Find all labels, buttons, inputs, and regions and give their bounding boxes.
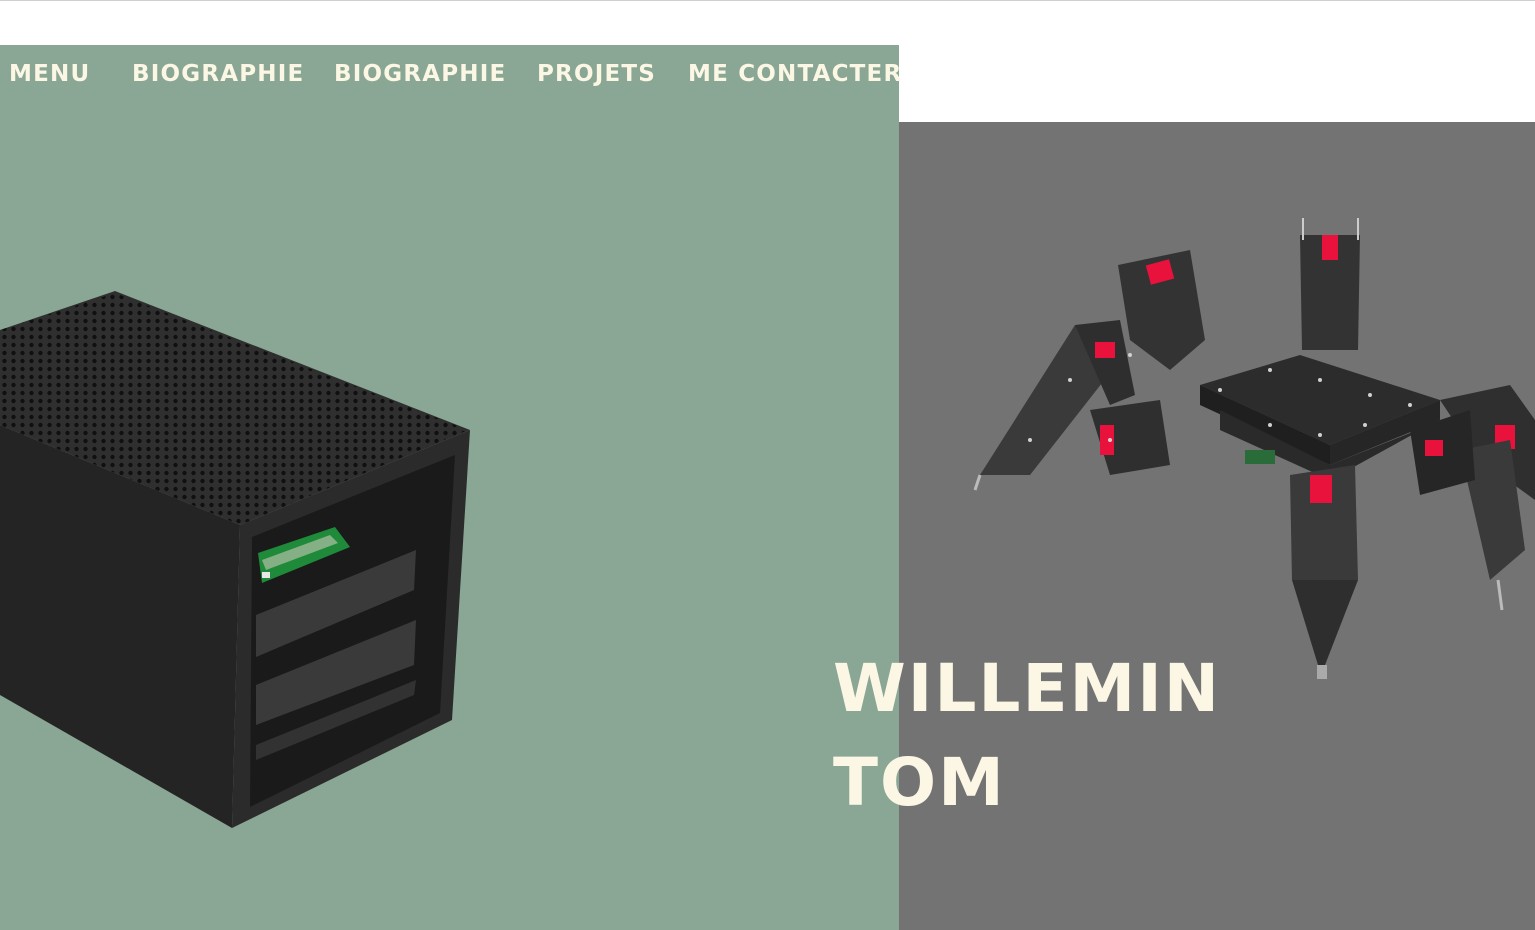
portfolio-page: MENU BIOGRAPHIE BIOGRAPHIE PROJETS ME CO…: [0, 0, 1535, 930]
nav-item-biographie[interactable]: BIOGRAPHIE: [132, 61, 304, 87]
nav-item-me-contacter[interactable]: ME CONTACTER: [688, 61, 902, 87]
main-navigation: MENU BIOGRAPHIE BIOGRAPHIE PROJETS ME CO…: [0, 45, 902, 109]
hexapod-robot-image: [973, 218, 1535, 679]
server-case-image: [0, 291, 470, 828]
nav-item-menu[interactable]: MENU: [9, 61, 90, 87]
hero-first-name: TOM: [833, 744, 1006, 821]
nav-item-biographie-2[interactable]: BIOGRAPHIE: [334, 61, 506, 87]
top-divider: [0, 0, 1535, 1]
hero-last-name: WILLEMIN: [833, 650, 1222, 727]
nav-item-projets[interactable]: PROJETS: [537, 61, 656, 87]
